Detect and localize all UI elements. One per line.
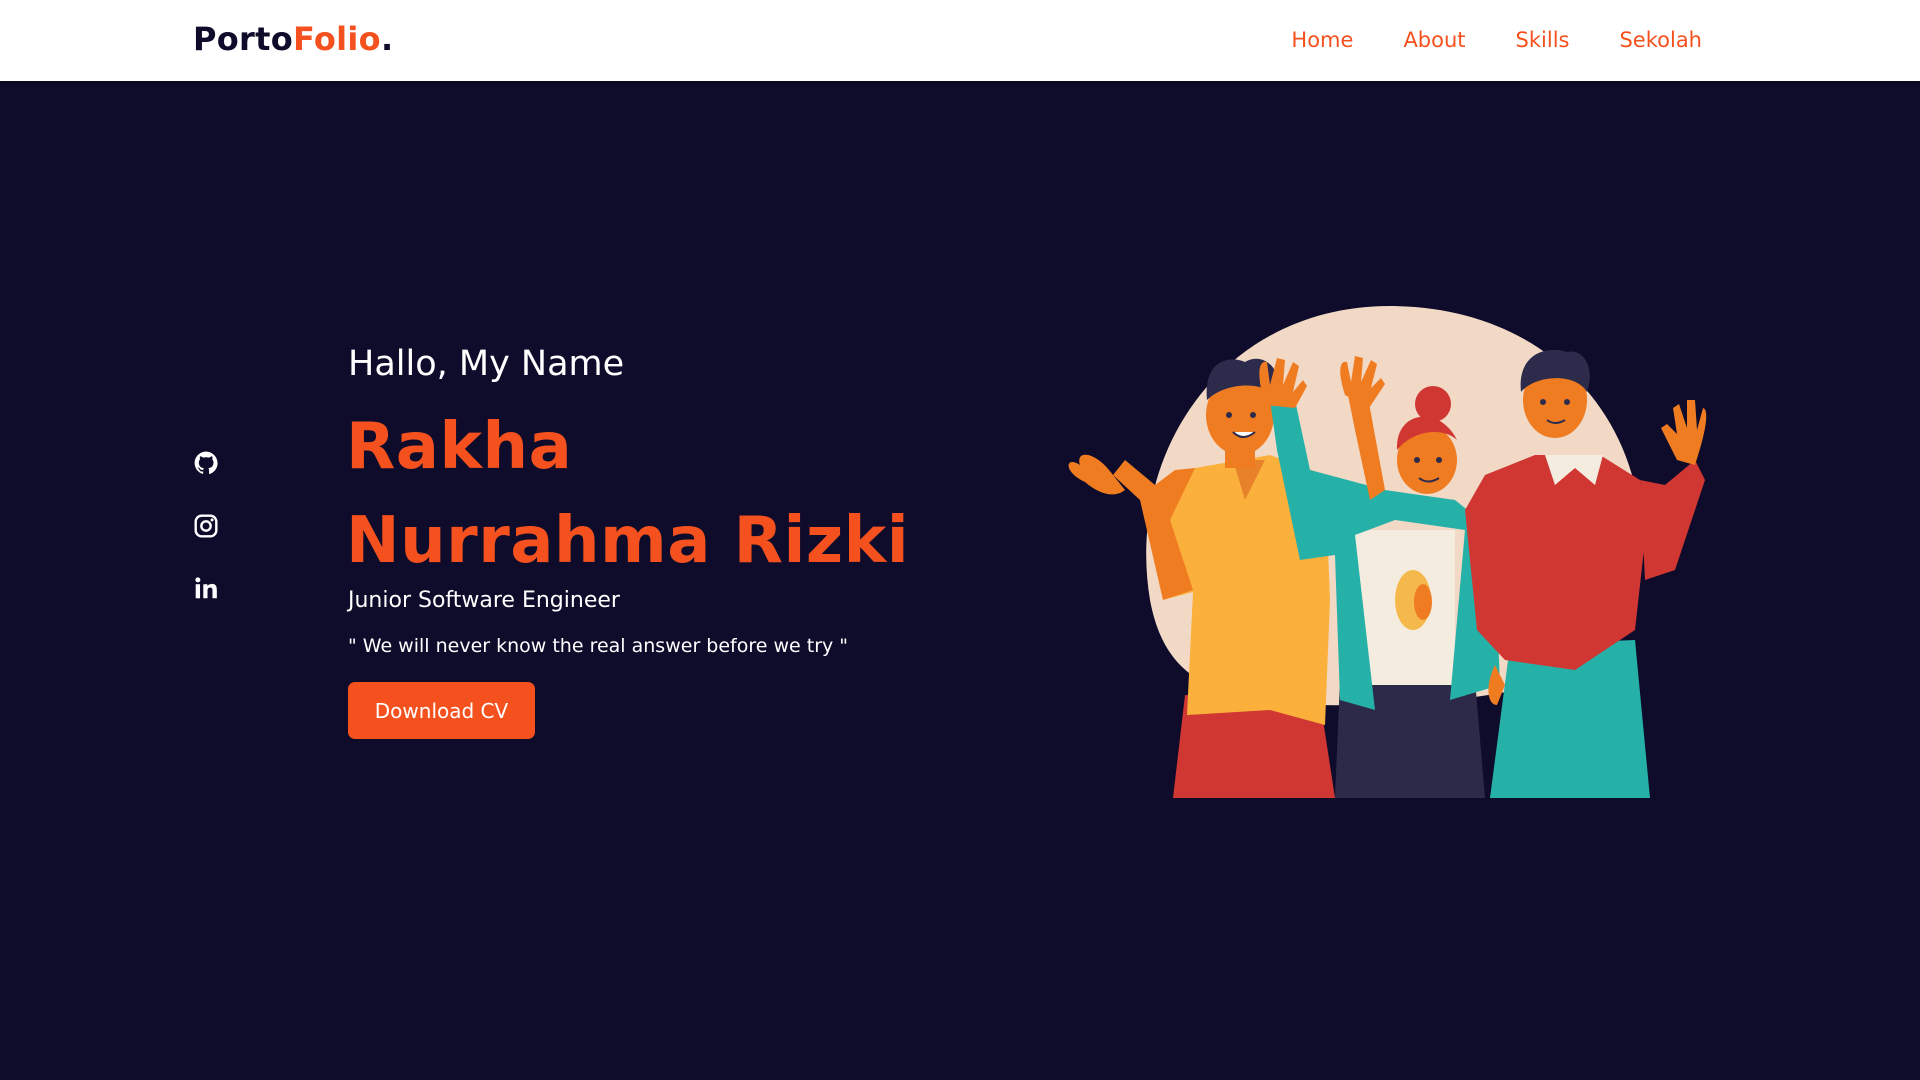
job-title: Junior Software Engineer xyxy=(348,588,620,613)
site-header: PortoFolio. Home About Skills Sekolah xyxy=(0,0,1920,81)
nav-sekolah[interactable]: Sekolah xyxy=(1619,28,1702,52)
nav-skills[interactable]: Skills xyxy=(1516,28,1570,52)
greeting: Hallo, My Name xyxy=(348,344,625,384)
hero-name: Rakha Nurrahma Rizki xyxy=(346,410,910,578)
github-icon[interactable] xyxy=(193,450,219,476)
nav-about[interactable]: About xyxy=(1403,28,1465,52)
logo-dot: . xyxy=(380,20,394,58)
instagram-icon[interactable] xyxy=(193,513,219,539)
logo-accent: Folio xyxy=(293,20,381,58)
download-cv-button[interactable]: Download CV xyxy=(348,682,535,739)
linkedin-icon[interactable] xyxy=(193,575,219,601)
logo[interactable]: PortoFolio. xyxy=(193,20,393,58)
nav-home[interactable]: Home xyxy=(1291,28,1353,52)
hero-illustration xyxy=(1055,300,1715,800)
main-nav: Home About Skills Sekolah xyxy=(1291,28,1702,52)
hero-quote: " We will never know the real answer bef… xyxy=(348,635,849,657)
logo-main: Porto xyxy=(193,20,293,58)
